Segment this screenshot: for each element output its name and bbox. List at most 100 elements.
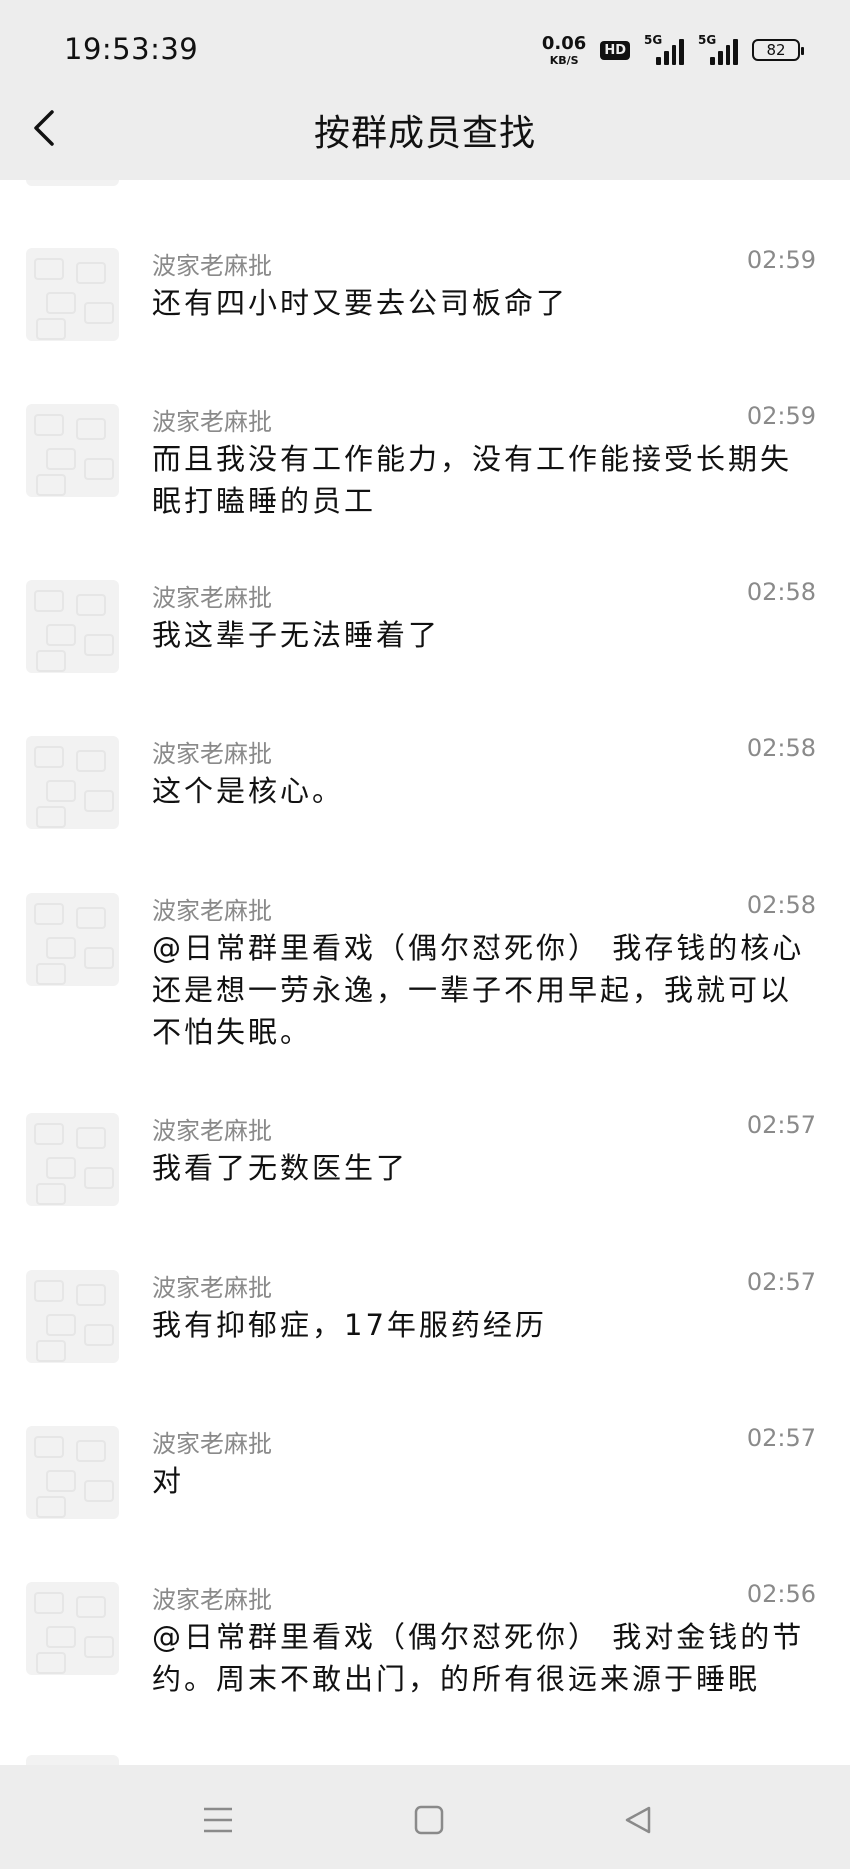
- message-text: 这个是核心。: [152, 774, 345, 808]
- avatar-pattern: [36, 963, 66, 985]
- avatar-pattern: [34, 258, 64, 280]
- message-time: 02:59: [746, 246, 816, 274]
- avatar-pattern: [34, 1592, 64, 1614]
- avatar[interactable]: [26, 404, 119, 497]
- back-nav-button[interactable]: [608, 1795, 668, 1845]
- signal-bar: [725, 45, 731, 65]
- message-text: 还有四小时又要去公司板命了: [152, 286, 569, 320]
- avatar: [26, 180, 119, 186]
- sender-name: 波家老麻批: [152, 1586, 272, 1614]
- avatar-pattern: [76, 750, 106, 772]
- avatar[interactable]: [26, 1582, 119, 1675]
- home-button[interactable]: [399, 1795, 459, 1845]
- signal-bar: [710, 57, 715, 65]
- avatar-pattern: [46, 1314, 76, 1336]
- avatar-pattern: [36, 650, 66, 672]
- battery-icon: 82: [752, 39, 804, 61]
- avatar-pattern: [36, 1496, 66, 1518]
- message-time: 02:56: [746, 1580, 816, 1608]
- avatar[interactable]: [26, 248, 119, 341]
- message-time: 02:57: [746, 1268, 816, 1296]
- avatar-pattern: [76, 1440, 106, 1462]
- square-home-icon: [414, 1805, 444, 1835]
- avatar-pattern: [34, 1436, 64, 1458]
- avatar-pattern: [84, 1636, 114, 1658]
- message-time: 02:58: [746, 891, 816, 919]
- menu-button[interactable]: [188, 1795, 248, 1845]
- avatar-pattern: [46, 1470, 76, 1492]
- network-speed-value: 0.06: [541, 32, 587, 54]
- signal-bar: [671, 45, 677, 65]
- sender-name: 波家老麻批: [152, 897, 272, 925]
- message-text: 我这辈子无法睡着了: [152, 618, 441, 652]
- triangle-back-icon: [625, 1806, 651, 1834]
- avatar[interactable]: [26, 893, 119, 986]
- message-time: 02:57: [746, 1424, 816, 1452]
- avatar-pattern: [84, 1324, 114, 1346]
- message-text: 而且我没有工作能力，没有工作能接受长期失眠打瞌睡的员工: [152, 442, 793, 518]
- avatar-pattern: [34, 1280, 64, 1302]
- hd-icon: HD: [600, 40, 630, 60]
- top-bar: 19:53:39 0.06 KB/S HD 5G 5G 82 按群成员查找: [0, 0, 850, 180]
- signal-icon: 5G: [698, 33, 738, 65]
- avatar[interactable]: [26, 1426, 119, 1519]
- navigation-bar: [0, 1765, 850, 1869]
- avatar-pattern: [34, 1123, 64, 1145]
- sender-name: 波家老麻批: [152, 252, 272, 280]
- signal-icon: 5G: [644, 33, 684, 65]
- avatar: [26, 1755, 119, 1765]
- avatar-pattern: [76, 1596, 106, 1618]
- avatar-pattern: [76, 418, 106, 440]
- status-icons: 0.06 KB/S HD 5G 5G 82: [541, 30, 804, 70]
- sender-name: 波家老麻批: [152, 1430, 272, 1458]
- signal-label: 5G: [644, 33, 663, 47]
- avatar[interactable]: [26, 1270, 119, 1363]
- avatar-pattern: [46, 937, 76, 959]
- message-time: 02:58: [746, 578, 816, 606]
- avatar-pattern: [84, 458, 114, 480]
- avatar-pattern: [76, 262, 106, 284]
- message-text: 对: [152, 1464, 185, 1498]
- avatar-pattern: [46, 1626, 76, 1648]
- message-time: 02:57: [746, 1111, 816, 1139]
- network-speed: 0.06 KB/S: [541, 32, 587, 67]
- signal-bar: [733, 39, 738, 65]
- status-time: 19:53:39: [64, 32, 199, 66]
- avatar-pattern: [84, 947, 114, 969]
- sender-name: 波家老麻批: [152, 584, 272, 612]
- avatar-pattern: [34, 746, 64, 768]
- avatar-pattern: [76, 907, 106, 929]
- sender-name: 波家老麻批: [152, 740, 272, 768]
- avatar-pattern: [34, 414, 64, 436]
- network-speed-unit: KB/S: [549, 53, 579, 67]
- signal-bar: [663, 51, 669, 65]
- message-time: 02:58: [746, 734, 816, 762]
- avatar-pattern: [46, 292, 76, 314]
- list-item-partial[interactable]: [0, 1755, 850, 1765]
- avatar-pattern: [76, 1284, 106, 1306]
- avatar-pattern: [36, 1340, 66, 1362]
- avatar-pattern: [46, 448, 76, 470]
- avatar[interactable]: [26, 736, 119, 829]
- avatar-pattern: [34, 590, 64, 612]
- message-time: 02:59: [746, 402, 816, 430]
- sender-name: 波家老麻批: [152, 408, 272, 436]
- signal-bar: [679, 39, 684, 65]
- avatar-pattern: [76, 1127, 106, 1149]
- avatar-pattern: [84, 1167, 114, 1189]
- message-text: @日常群里看戏（偶尔怼死你） 我存钱的核心还是想一劳永逸，一辈子不用早起，我就可…: [152, 931, 805, 1049]
- avatar-pattern: [36, 806, 66, 828]
- signal-bar: [717, 51, 723, 65]
- avatar[interactable]: [26, 580, 119, 673]
- signal-bar: [656, 57, 661, 65]
- avatar-pattern: [36, 474, 66, 496]
- avatar-pattern: [76, 594, 106, 616]
- message-text: 我看了无数医生了: [152, 1151, 409, 1185]
- message-text: 我有抑郁症，17年服药经历: [152, 1308, 547, 1342]
- sender-name: 波家老麻批: [152, 1274, 272, 1302]
- menu-icon: [204, 1807, 232, 1833]
- avatar[interactable]: [26, 1113, 119, 1206]
- signal-label: 5G: [698, 33, 717, 47]
- avatar-pattern: [84, 634, 114, 656]
- sender-name: 波家老麻批: [152, 1117, 272, 1145]
